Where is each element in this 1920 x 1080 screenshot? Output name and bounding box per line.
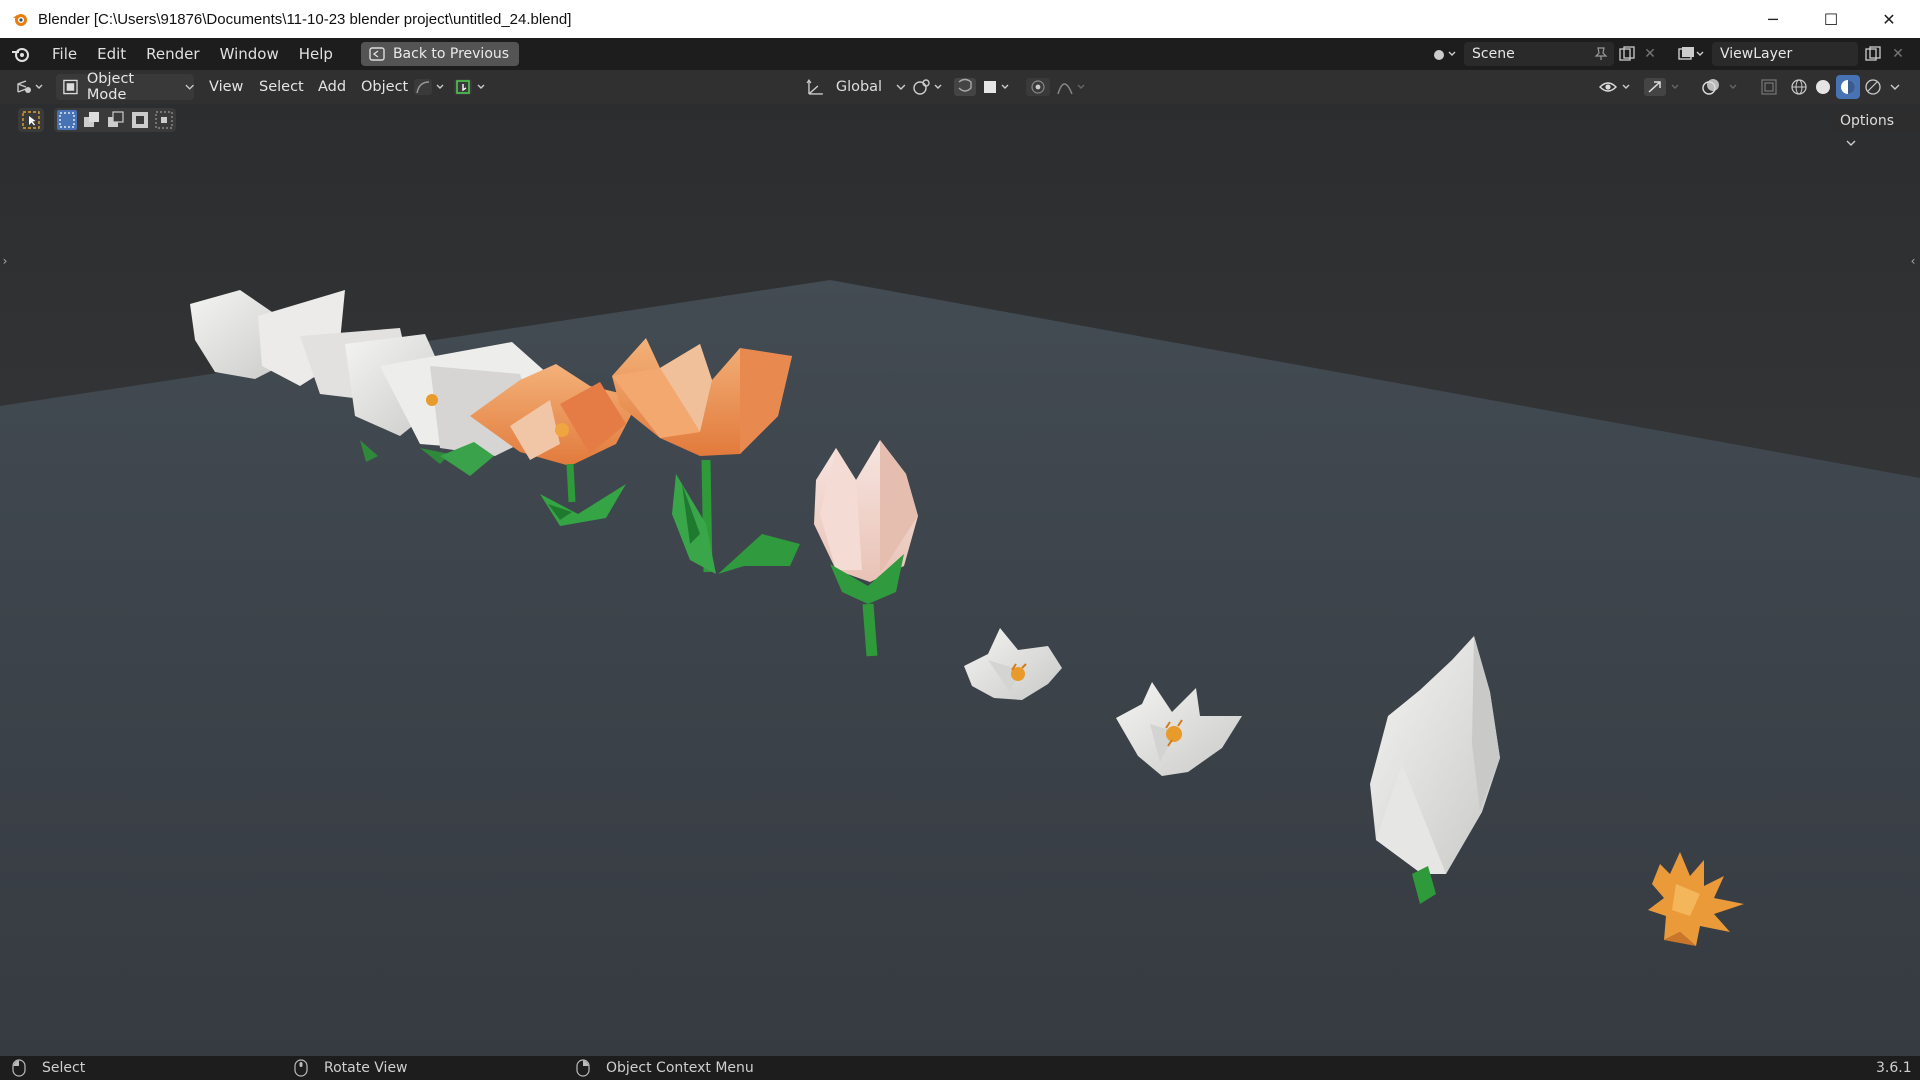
3d-viewport[interactable]: › ‹ <box>0 104 1920 1056</box>
transform-orientation-label: Global <box>835 79 883 95</box>
falloff-curve-icon[interactable] <box>412 76 450 98</box>
chevron-down-icon <box>1846 140 1856 146</box>
header-menu-select[interactable]: Select <box>259 74 304 100</box>
minimize-icon: ─ <box>1768 9 1778 29</box>
new-viewlayer-icon[interactable] <box>1862 42 1884 66</box>
new-scene-icon[interactable] <box>1616 42 1638 66</box>
menu-window[interactable]: Window <box>210 41 289 67</box>
menu-render[interactable]: Render <box>136 41 209 67</box>
version-label: 3.6.1 <box>1876 1060 1912 1076</box>
menu-help[interactable]: Help <box>289 41 343 67</box>
header-menu-add[interactable]: Add <box>318 74 346 100</box>
chevron-down-icon <box>185 84 194 90</box>
status-rotate-label: Rotate View <box>324 1060 408 1076</box>
blender-menu-icon[interactable] <box>10 43 32 65</box>
select-intersect-icon[interactable] <box>155 111 173 129</box>
viewlayer-name: ViewLayer <box>1720 46 1793 62</box>
shading-solid-icon[interactable] <box>1812 76 1834 98</box>
options-label: Options <box>1840 113 1895 129</box>
mouse-left-icon <box>12 1059 26 1077</box>
shading-rendered-icon[interactable] <box>1862 76 1884 98</box>
header-menu-view[interactable]: View <box>209 74 243 100</box>
viewlayer-browse-icon[interactable] <box>1674 42 1708 66</box>
object-mode-icon <box>63 79 78 95</box>
object-mode-dropdown[interactable]: Object Mode <box>56 71 194 103</box>
sidebar-expand-chevron-icon[interactable]: ‹ <box>1908 254 1918 268</box>
status-select: Select <box>12 1056 85 1080</box>
visibility-eye-icon[interactable] <box>1598 76 1634 98</box>
maximize-button[interactable]: ☐ <box>1802 0 1860 38</box>
chevron-down-icon <box>896 84 906 90</box>
header-menu-object[interactable]: Object <box>361 74 408 100</box>
orientation-axes-icon <box>806 78 823 95</box>
delete-viewlayer-icon[interactable]: ✕ <box>1888 42 1908 66</box>
status-bar: Select Rotate View Object Context Menu 3… <box>0 1056 1920 1080</box>
mouse-right-icon <box>576 1059 590 1077</box>
viewport-scene <box>0 104 1920 1056</box>
select-subtract-icon[interactable] <box>107 111 125 129</box>
gizmo-toggle-icon[interactable] <box>1644 76 1684 98</box>
snap-target-icon[interactable] <box>452 76 492 98</box>
viewlayer-name-field[interactable]: ViewLayer <box>1712 42 1858 66</box>
shading-wireframe-icon[interactable] <box>1788 76 1810 98</box>
select-extend-icon[interactable] <box>83 111 101 129</box>
back-screen-icon <box>369 47 385 61</box>
snap-toggle-icon[interactable] <box>954 76 1010 98</box>
status-select-label: Select <box>42 1060 86 1076</box>
pin-icon[interactable] <box>1590 42 1612 66</box>
scene-name: Scene <box>1472 46 1515 62</box>
object-mode-label: Object Mode <box>86 71 135 103</box>
status-rotate: Rotate View <box>294 1056 408 1080</box>
maximize-icon: ☐ <box>1823 9 1839 29</box>
back-to-previous-button[interactable]: Back to Previous <box>360 42 520 66</box>
editor-type-icon[interactable] <box>12 74 48 100</box>
shading-material-preview-icon[interactable] <box>1836 75 1860 99</box>
window-titlebar: Blender [C:\Users\91876\Documents\11-10-… <box>0 0 1920 38</box>
selection-mode-group <box>54 108 176 132</box>
close-icon: ✕ <box>1882 9 1896 29</box>
select-new-icon[interactable] <box>57 110 77 130</box>
transform-orientation-dropdown[interactable]: Global <box>806 75 906 99</box>
status-context: Object Context Menu <box>576 1056 754 1080</box>
select-box-tool-icon[interactable] <box>18 108 44 132</box>
select-invert-icon[interactable] <box>131 111 149 129</box>
blender-logo-icon <box>10 9 30 29</box>
window-title: Blender [C:\Users\91876\Documents\11-10-… <box>38 10 572 28</box>
proportional-editing-icon[interactable] <box>1026 76 1088 98</box>
menu-edit[interactable]: Edit <box>87 41 136 67</box>
shading-options-chevron-icon[interactable] <box>1886 76 1904 98</box>
mouse-middle-icon <box>294 1059 308 1077</box>
toolbar-expand-chevron-icon[interactable]: › <box>0 254 10 268</box>
delete-scene-icon[interactable]: ✕ <box>1640 42 1660 66</box>
close-button[interactable]: ✕ <box>1860 0 1918 38</box>
status-context-label: Object Context Menu <box>606 1060 754 1076</box>
pivot-point-icon[interactable] <box>912 76 948 98</box>
back-to-previous-label: Back to Previous <box>392 46 510 62</box>
menu-file[interactable]: File <box>42 41 87 67</box>
overlays-toggle-icon[interactable] <box>1700 76 1744 98</box>
scene-browse-icon[interactable] <box>1428 42 1460 66</box>
viewport-options-dropdown[interactable]: Options <box>1832 110 1920 146</box>
xray-toggle-icon[interactable] <box>1758 76 1780 98</box>
minimize-button[interactable]: ─ <box>1744 0 1802 38</box>
